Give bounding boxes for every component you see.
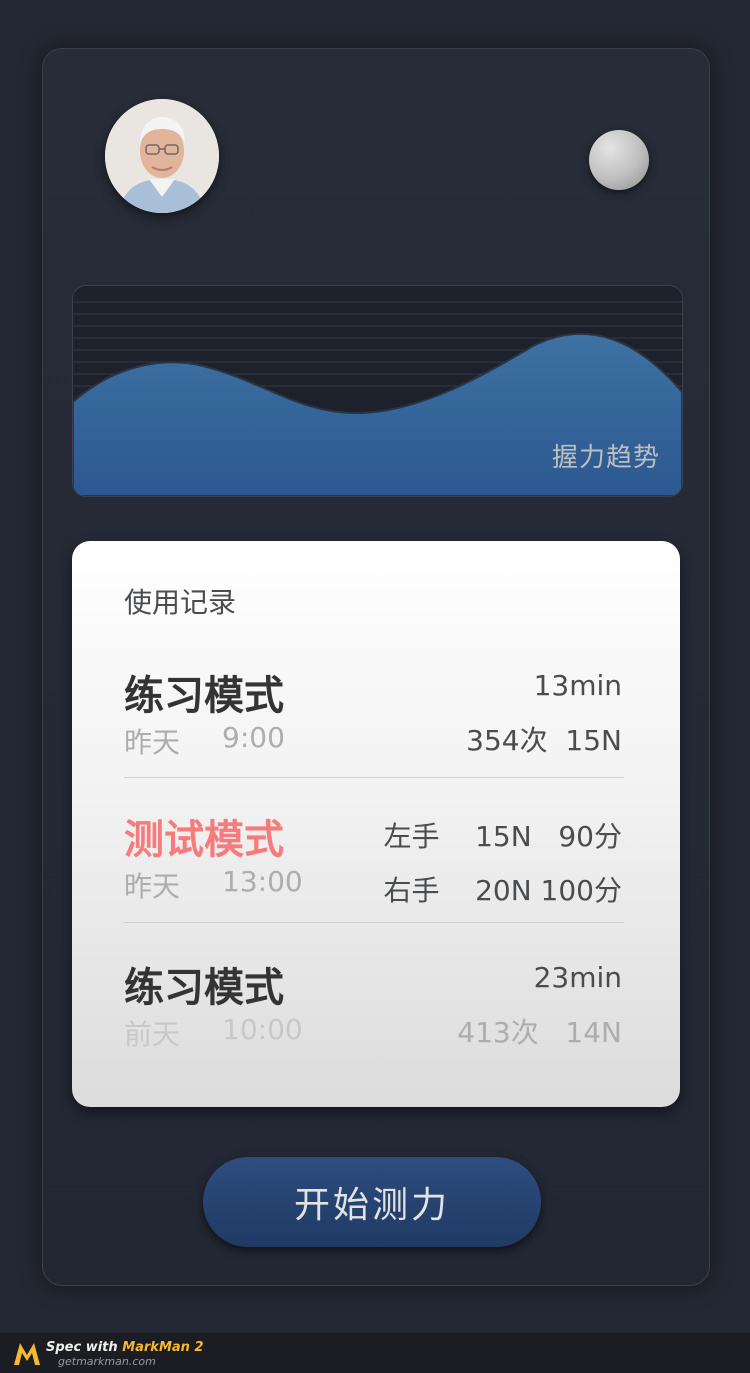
entry-divider bbox=[124, 922, 624, 923]
entry-mode: 练习模式 bbox=[124, 965, 284, 1011]
footer-brand: MarkMan 2 bbox=[122, 1340, 204, 1355]
markman-footer: Spec with MarkMan 2 getmarkman.com bbox=[0, 1333, 750, 1373]
entry-stat: 354次 15N bbox=[466, 724, 622, 757]
entry-time: 9:00 bbox=[222, 721, 285, 754]
entry-date: 昨天 bbox=[124, 726, 181, 759]
entry-date: 昨天 bbox=[124, 870, 181, 903]
entry-time: 13:00 bbox=[222, 865, 303, 898]
footer-url[interactable]: getmarkman.com bbox=[58, 1355, 156, 1368]
grip-trend-chart: 握力趋势 bbox=[72, 285, 683, 497]
record-entry-test[interactable]: 测试模式 昨天 13:00 左手 15N 90分 右手 20N 100分 bbox=[72, 807, 680, 947]
record-entry-practice-2[interactable]: 练习模式 前天 10:00 23min 413次 14N bbox=[72, 955, 680, 1095]
user-avatar[interactable] bbox=[105, 99, 219, 213]
settings-button[interactable] bbox=[589, 130, 649, 190]
record-entry-practice-1[interactable]: 练习模式 昨天 9:00 13min 354次 15N bbox=[72, 663, 680, 803]
footer-spec-prefix: Spec with bbox=[46, 1340, 123, 1355]
usage-record-card: 使用记录 练习模式 昨天 9:00 13min 354次 15N 测试模式 昨天… bbox=[72, 541, 680, 1107]
avatar-portrait bbox=[105, 99, 219, 213]
markman-logo-icon bbox=[14, 1343, 40, 1365]
entry-divider bbox=[124, 777, 624, 778]
entry-mode: 练习模式 bbox=[124, 673, 284, 719]
entry-duration: 13min bbox=[533, 669, 622, 702]
entry-time: 10:00 bbox=[222, 1013, 303, 1046]
chart-title: 握力趋势 bbox=[551, 443, 660, 473]
footer-spec-text: Spec with MarkMan 2 bbox=[46, 1340, 204, 1355]
entry-date: 前天 bbox=[124, 1018, 181, 1051]
record-title: 使用记录 bbox=[124, 586, 237, 619]
start-measure-button[interactable]: 开始测力 bbox=[203, 1157, 541, 1247]
entry-duration: 23min bbox=[533, 961, 622, 994]
entry-right-hand: 右手 20N 100分 bbox=[383, 874, 622, 907]
entry-stat: 413次 14N bbox=[457, 1016, 622, 1049]
entry-mode: 测试模式 bbox=[124, 817, 284, 863]
entry-left-hand: 左手 15N 90分 bbox=[383, 820, 622, 853]
